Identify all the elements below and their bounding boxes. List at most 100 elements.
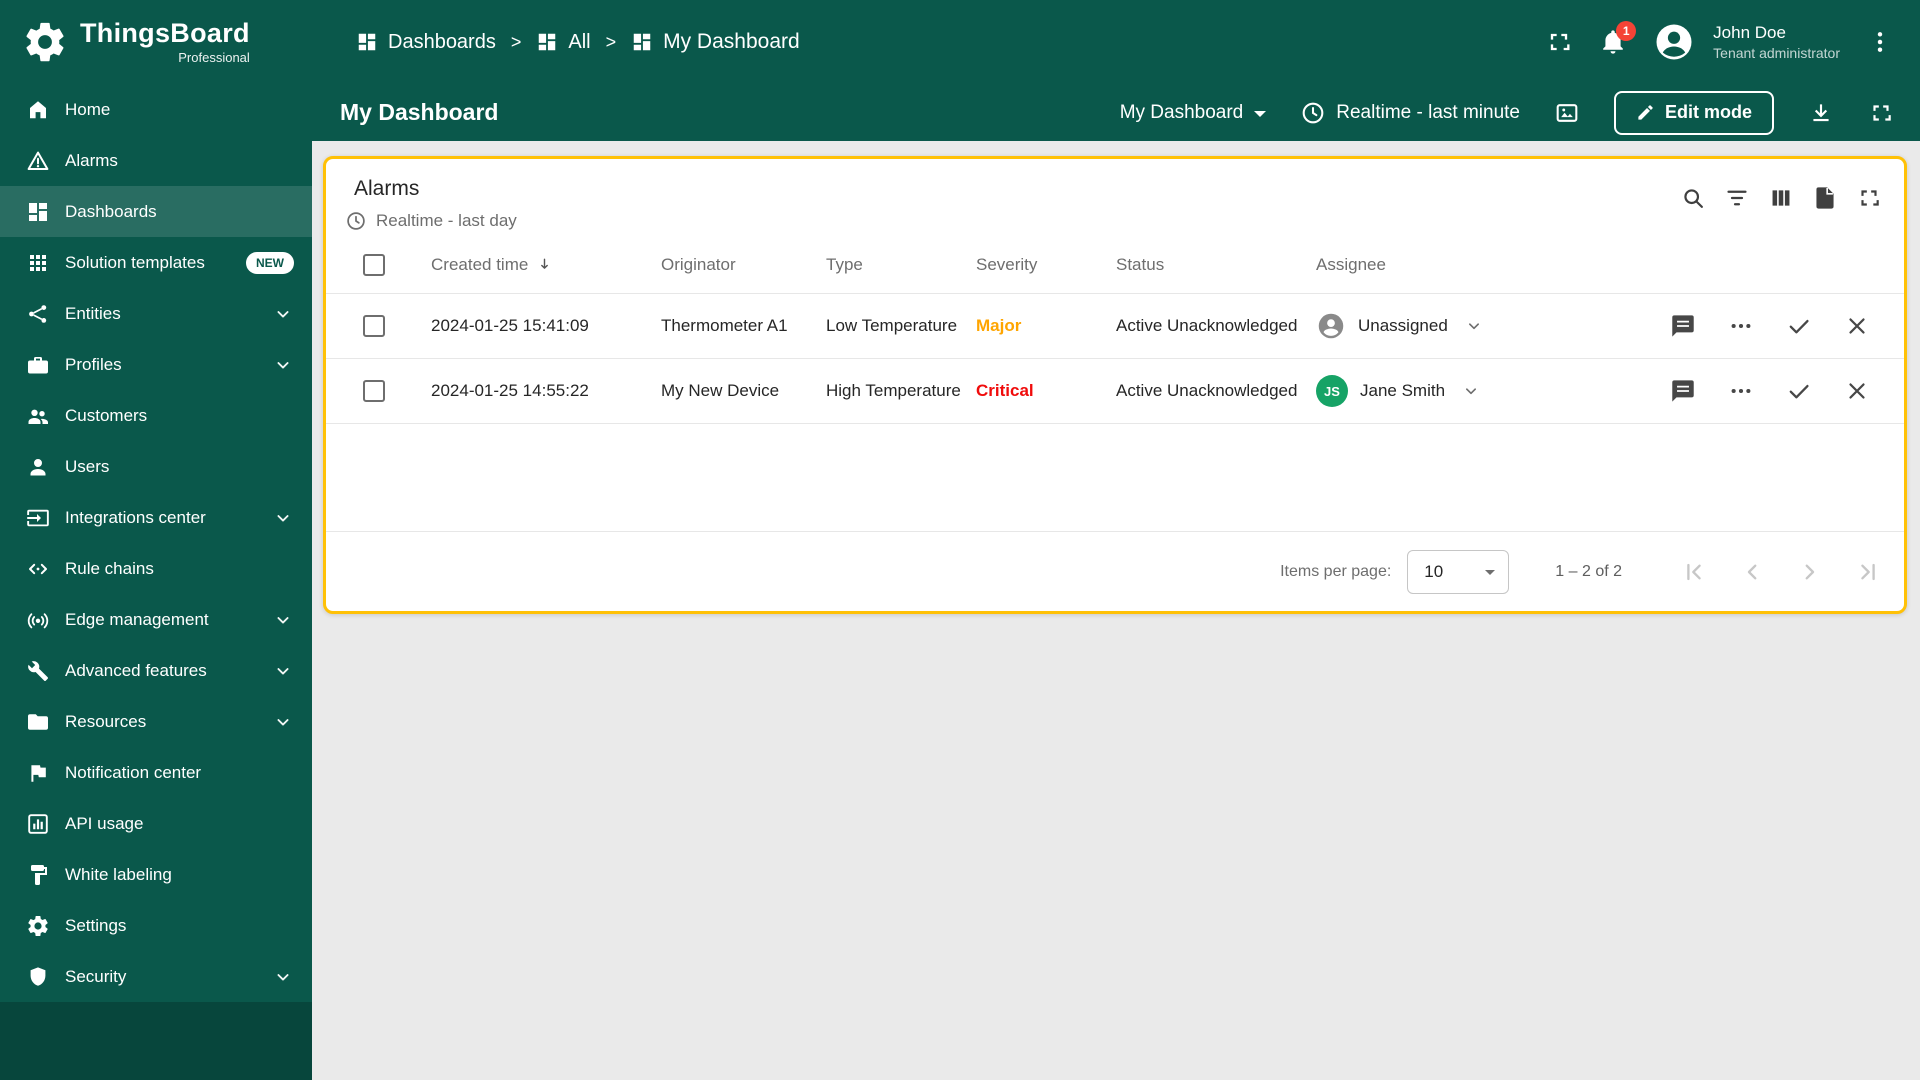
thingsboard-logo-icon: [22, 19, 68, 65]
dashboard-state-select[interactable]: My Dashboard: [1120, 102, 1267, 124]
column-header-type[interactable]: Type: [826, 255, 976, 275]
new-badge: NEW: [246, 251, 294, 274]
sidebar-item-solution-templates[interactable]: Solution templates NEW: [0, 237, 312, 288]
flag-icon: [26, 761, 50, 785]
dashboards-icon: [536, 31, 558, 53]
edit-mode-button[interactable]: Edit mode: [1613, 90, 1774, 135]
search-icon: [1680, 185, 1706, 211]
more-menu-button[interactable]: [1866, 28, 1894, 56]
sidebar-item-label: Rule chains: [65, 558, 154, 578]
alarm-acknowledge-button[interactable]: [1786, 313, 1812, 339]
breadcrumb-separator: >: [605, 31, 617, 52]
widget-timewindow-button[interactable]: Realtime - last day: [345, 210, 517, 232]
sidebar-item-settings[interactable]: Settings: [0, 900, 312, 951]
alarms-widget[interactable]: Alarms Realtime - last day Created time …: [323, 156, 1907, 614]
brand-logo[interactable]: ThingsBoard Professional: [0, 0, 312, 84]
chevron-down-icon: [272, 966, 294, 988]
sidebar-item-edge-management[interactable]: Edge management: [0, 594, 312, 645]
last-page-button[interactable]: [1854, 558, 1882, 586]
sidebar-item-advanced-features[interactable]: Advanced features: [0, 645, 312, 696]
column-header-label: Created time: [431, 254, 529, 274]
page-size-select[interactable]: 10: [1407, 549, 1510, 594]
widget-timewindow-label: Realtime - last day: [376, 211, 517, 230]
sidebar-item-white-labeling[interactable]: White labeling: [0, 849, 312, 900]
dashboard-image-button[interactable]: [1554, 100, 1580, 126]
sidebar-item-alarms[interactable]: Alarms: [0, 135, 312, 186]
comment-icon: [1670, 313, 1696, 339]
widget-filter-button[interactable]: [1724, 185, 1750, 211]
sidebar-item-users[interactable]: Users: [0, 441, 312, 492]
clock-icon: [345, 210, 367, 232]
sidebar-item-security[interactable]: Security: [0, 951, 312, 1002]
page-range-label: 1 – 2 of 2: [1555, 562, 1622, 580]
folder-icon: [26, 710, 50, 734]
assignee-select[interactable]: Unassigned: [1316, 311, 1670, 341]
chevron-down-icon: [272, 303, 294, 325]
sidebar-item-dashboards[interactable]: Dashboards: [0, 186, 312, 237]
widget-export-button[interactable]: [1812, 185, 1838, 211]
row-checkbox[interactable]: [363, 380, 385, 402]
column-header-created-time[interactable]: Created time: [431, 255, 661, 275]
dashboard-fullscreen-button[interactable]: [1868, 100, 1894, 126]
chevron-down-icon: [272, 354, 294, 376]
notifications-button[interactable]: 1: [1599, 21, 1637, 56]
alarm-more-button[interactable]: [1728, 313, 1754, 339]
alarm-row[interactable]: 2024-01-25 15:41:09 Thermometer A1 Low T…: [326, 294, 1904, 359]
alarm-acknowledge-button[interactable]: [1786, 378, 1812, 404]
cell-created-time: 2024-01-25 14:55:22: [431, 381, 589, 400]
breadcrumb-dashboards[interactable]: Dashboards: [356, 31, 496, 54]
previous-page-button[interactable]: [1738, 558, 1766, 586]
sidebar-item-home[interactable]: Home: [0, 84, 312, 135]
column-header-originator[interactable]: Originator: [661, 255, 826, 275]
sort-desc-icon: [535, 255, 554, 274]
widget-search-button[interactable]: [1680, 185, 1706, 211]
close-icon: [1844, 313, 1870, 339]
sidebar-item-rule-chains[interactable]: Rule chains: [0, 543, 312, 594]
first-page-button[interactable]: [1680, 558, 1708, 586]
alarm-clear-button[interactable]: [1844, 378, 1870, 404]
widget-columns-button[interactable]: [1768, 185, 1794, 211]
alarm-more-button[interactable]: [1728, 378, 1754, 404]
download-icon: [1808, 100, 1834, 126]
page-title: My Dashboard: [340, 99, 499, 125]
sidebar-item-integrations-center[interactable]: Integrations center: [0, 492, 312, 543]
sidebar-item-customers[interactable]: Customers: [0, 390, 312, 441]
account-circle-icon: [1653, 21, 1695, 63]
next-page-button[interactable]: [1796, 558, 1824, 586]
cell-status: Active Unacknowledged: [1116, 381, 1298, 400]
alarm-row[interactable]: 2024-01-25 14:55:22 My New Device High T…: [326, 359, 1904, 424]
column-header-severity[interactable]: Severity: [976, 255, 1116, 275]
app-root: ThingsBoard Professional Home Alarms Das…: [0, 0, 1920, 1080]
sidebar-item-resources[interactable]: Resources: [0, 696, 312, 747]
sidebar-item-notification-center[interactable]: Notification center: [0, 747, 312, 798]
alarm-activity-button[interactable]: [1670, 313, 1696, 339]
kebab-menu-icon: [1866, 28, 1894, 56]
column-header-status[interactable]: Status: [1116, 255, 1316, 275]
assignee-select[interactable]: JS Jane Smith: [1316, 375, 1670, 407]
columns-icon: [1768, 185, 1794, 211]
topbar-right: 1 John Doe Tenant administrator: [1545, 21, 1894, 63]
row-actions: [1670, 313, 1870, 339]
alarm-activity-button[interactable]: [1670, 378, 1696, 404]
timewindow-button[interactable]: Realtime - last minute: [1300, 100, 1520, 126]
sidebar-item-label: API usage: [65, 813, 144, 833]
select-all-checkbox[interactable]: [363, 253, 385, 276]
breadcrumb-my-dashboard[interactable]: My Dashboard: [631, 30, 800, 54]
sidebar-footer-area: [0, 1002, 312, 1080]
export-dashboard-button[interactable]: [1808, 100, 1834, 126]
sidebar-item-entities[interactable]: Entities: [0, 288, 312, 339]
sidebar-item-api-usage[interactable]: API usage: [0, 798, 312, 849]
column-header-assignee[interactable]: Assignee: [1316, 255, 1870, 275]
alarm-clear-button[interactable]: [1844, 313, 1870, 339]
fullscreen-icon: [1545, 28, 1573, 56]
sidebar-item-label: Customers: [65, 405, 148, 425]
widget-fullscreen-button[interactable]: [1856, 185, 1882, 211]
avatar[interactable]: [1653, 21, 1695, 63]
fullscreen-button[interactable]: [1545, 28, 1573, 56]
chevron-down-icon: [272, 507, 294, 529]
breadcrumb-all[interactable]: All: [536, 31, 591, 54]
widget-header: Alarms Realtime - last day: [326, 159, 1904, 236]
row-checkbox[interactable]: [363, 315, 385, 337]
sidebar-item-profiles[interactable]: Profiles: [0, 339, 312, 390]
dashboards-icon: [631, 31, 653, 53]
